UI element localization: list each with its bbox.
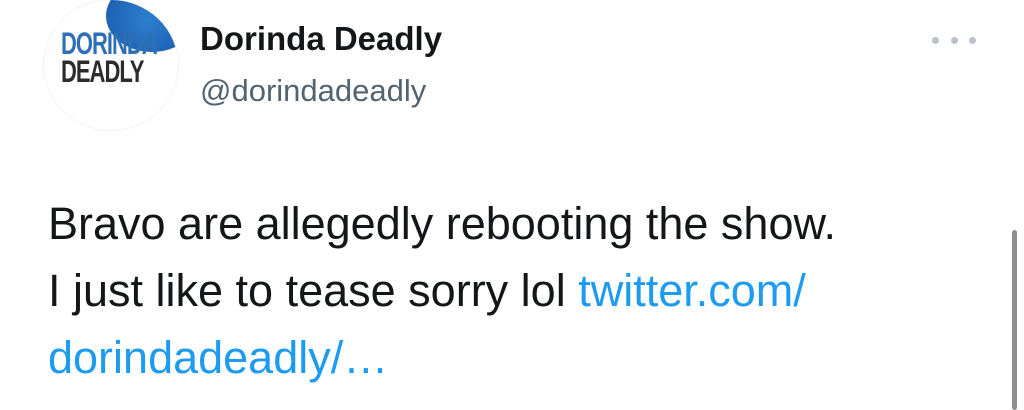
more-dot [969, 36, 976, 44]
scrollbar[interactable] [1012, 230, 1017, 410]
tweet-link[interactable]: twitter.com/ [578, 265, 806, 316]
tweet-text: Bravo are allegedly rebooting the show. … [48, 190, 988, 391]
more-dot [950, 36, 958, 44]
avatar-logo-line2: DEADLY [61, 53, 144, 90]
tweet-card: DORINDA DEADLY Dorinda Deadly @dorindade… [0, 0, 1024, 410]
tweet-text-line: I just like to tease sorry lol twitter.c… [48, 257, 988, 324]
tweet-text-segment: I just like to tease sorry lol [48, 265, 579, 316]
display-name[interactable]: Dorinda Deadly [200, 20, 442, 58]
user-handle[interactable]: @dorindadeadly [200, 73, 426, 109]
avatar[interactable]: DORINDA DEADLY [44, 0, 178, 130]
more-options-icon[interactable] [932, 30, 976, 50]
tweet-text-line: dorindadeadly/… [48, 324, 988, 391]
more-dot [932, 36, 939, 44]
tweet-link-continued[interactable]: dorindadeadly/… [48, 332, 388, 383]
tweet-text-line: Bravo are allegedly rebooting the show. [48, 198, 837, 249]
